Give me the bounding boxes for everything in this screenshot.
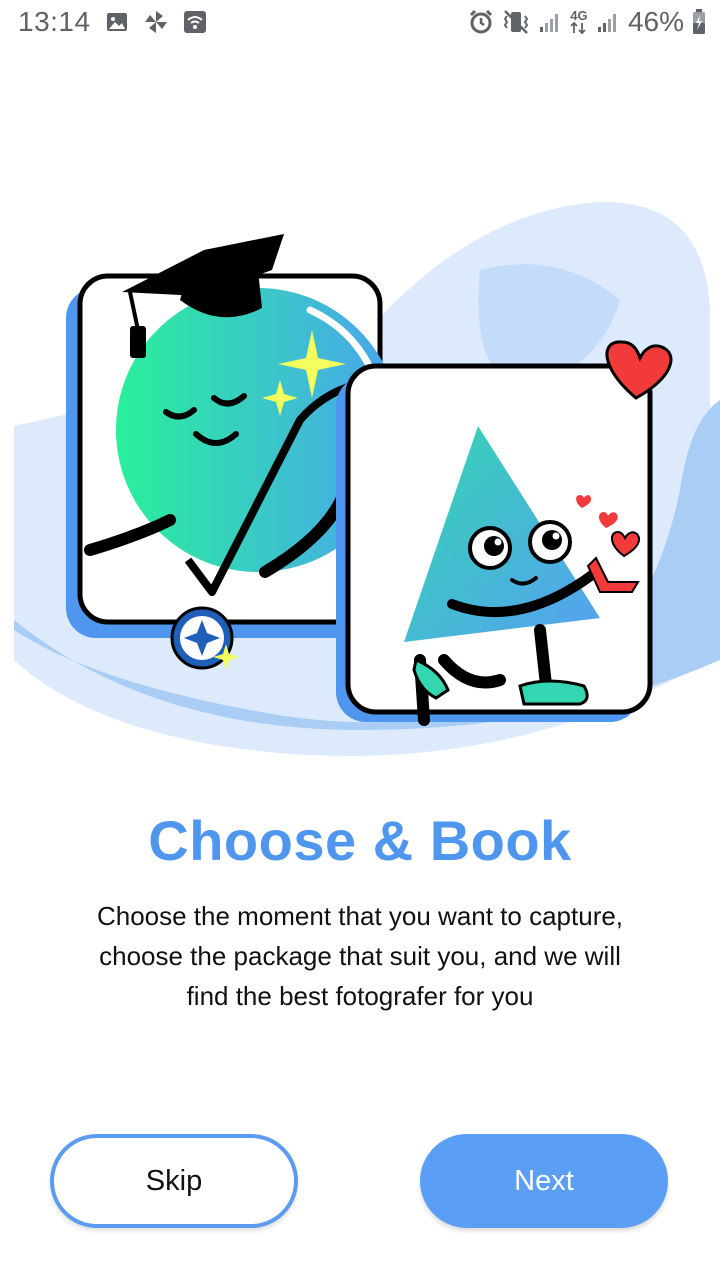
pinwheel-icon — [143, 9, 169, 35]
wifi-icon — [183, 10, 207, 34]
skip-button[interactable]: Skip — [50, 1134, 298, 1228]
status-bar: 13:14 4G 46% — [0, 0, 720, 50]
next-button-label: Next — [514, 1164, 574, 1197]
alarm-icon — [468, 9, 494, 35]
onboarding-title: Choose & Book — [148, 809, 572, 872]
onboarding-description: Choose the moment that you want to captu… — [96, 901, 624, 1011]
skip-button-label: Skip — [145, 1164, 203, 1197]
image-icon — [105, 10, 129, 34]
signal-icon — [538, 10, 562, 34]
network-type: 4G — [570, 8, 588, 34]
battery-percent: 46% — [627, 6, 684, 37]
signal-icon — [596, 10, 620, 34]
graduation-and-proposal-illustration — [14, 201, 720, 756]
network-type-label: 4G — [570, 8, 588, 23]
status-bar-right: 4G 46% — [468, 6, 706, 38]
next-button[interactable]: Next — [420, 1134, 668, 1228]
vibrate-icon — [502, 9, 530, 35]
battery-icon — [692, 9, 706, 35]
onboarding-screen: 13:14 4G 46% Choose & Book Choose the mo… — [0, 0, 720, 1280]
status-time: 13:14 — [18, 6, 91, 37]
status-bar-left: 13:14 — [18, 6, 207, 38]
onboarding-illustration — [0, 190, 720, 790]
